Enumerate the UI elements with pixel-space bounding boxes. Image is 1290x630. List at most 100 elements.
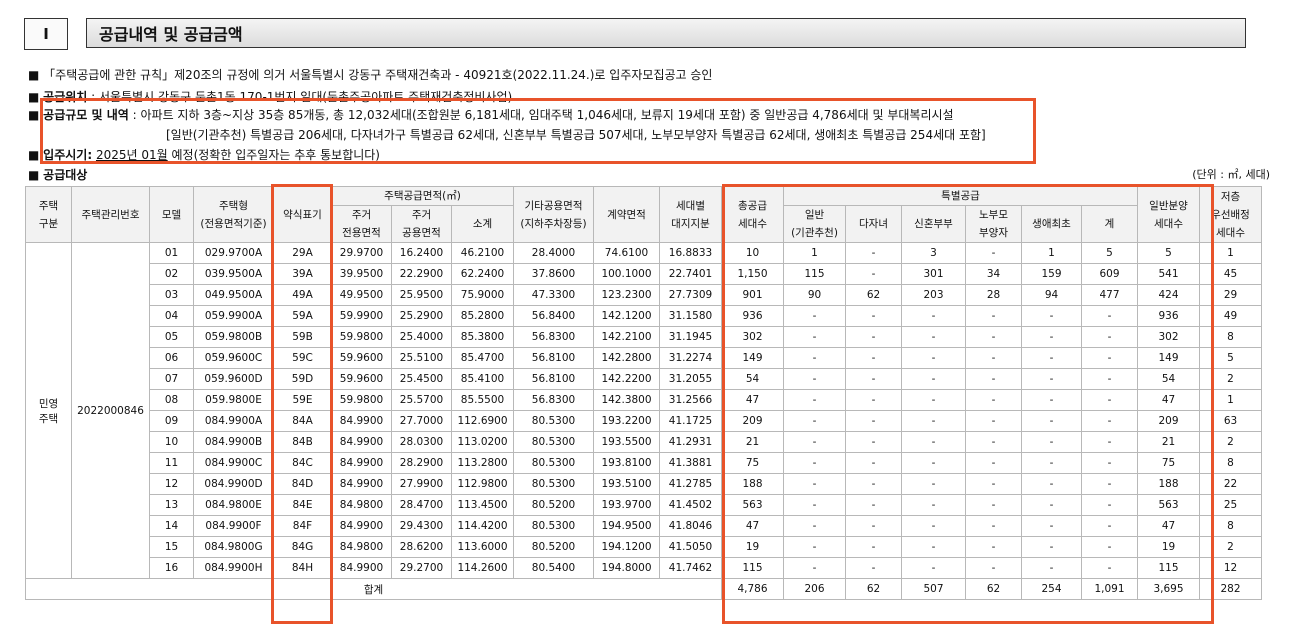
table-cell: 112.6900 — [451, 410, 514, 432]
table-cell: 41.7462 — [659, 557, 722, 579]
table-cell: 28.6200 — [391, 536, 452, 558]
mgmt-number-cell: 2022000846 — [71, 242, 150, 579]
table-cell: 25.4500 — [391, 368, 452, 390]
table-cell: 56.8400 — [513, 305, 594, 327]
table-cell: 142.1200 — [593, 305, 660, 327]
table-cell: 06 — [149, 347, 194, 369]
table-cell: 25.4000 — [391, 326, 452, 348]
housing-type-cell: 민영 주택 — [25, 242, 72, 579]
table-cell: 084.9900B — [193, 431, 274, 453]
table-cell: 059.9600C — [193, 347, 274, 369]
table-cell: 114.4200 — [451, 515, 514, 537]
table-cell: 09 — [149, 410, 194, 432]
target-line: ■ 공급대상 — [28, 168, 88, 182]
table-cell: 194.1200 — [593, 536, 660, 558]
table-cell: 41.8046 — [659, 515, 722, 537]
table-cell: 47.3300 — [513, 284, 594, 306]
table-cell: 74.6100 — [593, 242, 660, 264]
table-cell: 27.7000 — [391, 410, 452, 432]
table-cell: 114.2600 — [451, 557, 514, 579]
table-cell: 084.9900H — [193, 557, 274, 579]
table-cell: 37.8600 — [513, 263, 594, 285]
total-label: 합계 — [25, 578, 722, 600]
table-cell: 49.9500 — [331, 284, 392, 306]
table-cell: 059.9800B — [193, 326, 274, 348]
table-cell: 85.4700 — [451, 347, 514, 369]
table-cell: 142.2800 — [593, 347, 660, 369]
table-cell: 31.2566 — [659, 389, 722, 411]
table-cell: 059.9600D — [193, 368, 274, 390]
table-cell: 84.9800 — [331, 494, 392, 516]
table-cell: 02 — [149, 263, 194, 285]
table-cell: 084.9900C — [193, 452, 274, 474]
table-cell: 25.5100 — [391, 347, 452, 369]
table-cell: 142.2200 — [593, 368, 660, 390]
table-cell: 84.9900 — [331, 431, 392, 453]
approval-line: ■ 「주택공급에 관한 규칙」제20조의 규정에 의거 서울특별시 강동구 주택… — [28, 68, 713, 82]
table-cell: 14 — [149, 515, 194, 537]
table-cell: 113.0200 — [451, 431, 514, 453]
table-cell: 28.2900 — [391, 452, 452, 474]
table-cell: 142.3800 — [593, 389, 660, 411]
col-housing-type: 주택형 (전용면적기준) — [193, 186, 274, 243]
table-cell: 059.9900A — [193, 305, 274, 327]
col-area-subtotal: 소계 — [451, 205, 514, 243]
col-land-share: 세대별 대지지분 — [659, 186, 722, 243]
table-cell: 123.2300 — [593, 284, 660, 306]
table-cell: 16.8833 — [659, 242, 722, 264]
table-cell: 41.5050 — [659, 536, 722, 558]
table-cell: 10 — [149, 431, 194, 453]
col-area-exclusive: 주거 전용면적 — [331, 205, 392, 243]
table-cell: 80.5300 — [513, 452, 594, 474]
col-other-area: 기타공용면적 (지하주차장등) — [513, 186, 594, 243]
table-cell: 84.9900 — [331, 557, 392, 579]
table-cell: 29.2700 — [391, 557, 452, 579]
table-cell: 46.2100 — [451, 242, 514, 264]
table-cell: 80.5400 — [513, 557, 594, 579]
table-cell: 04 — [149, 305, 194, 327]
col-mgmt: 주택관리번호 — [71, 186, 150, 243]
supply-columns-highlight-box — [722, 184, 1214, 624]
table-cell: 25.9500 — [391, 284, 452, 306]
table-cell: 15 — [149, 536, 194, 558]
table-cell: 28.0300 — [391, 431, 452, 453]
table-cell: 193.9700 — [593, 494, 660, 516]
table-cell: 25.5700 — [391, 389, 452, 411]
table-cell: 113.6000 — [451, 536, 514, 558]
table-cell: 28.4000 — [513, 242, 594, 264]
section-title: 공급내역 및 공급금액 — [86, 18, 1246, 48]
table-cell: 28.4700 — [391, 494, 452, 516]
table-cell: 059.9800E — [193, 389, 274, 411]
table-cell: 039.9500A — [193, 263, 274, 285]
table-cell: 05 — [149, 326, 194, 348]
table-cell: 193.8100 — [593, 452, 660, 474]
col-contract-area: 계약면적 — [593, 186, 660, 243]
table-cell: 56.8100 — [513, 347, 594, 369]
table-cell: 084.9900A — [193, 410, 274, 432]
table-cell: 27.7309 — [659, 284, 722, 306]
table-cell: 084.9800G — [193, 536, 274, 558]
table-cell: 193.5100 — [593, 473, 660, 495]
table-cell: 80.5300 — [513, 410, 594, 432]
col-area-group: 주택공급면적(㎡) — [331, 186, 514, 206]
table-cell: 75.9000 — [451, 284, 514, 306]
table-cell: 25.2900 — [391, 305, 452, 327]
table-cell: 59.9800 — [331, 389, 392, 411]
table-cell: 85.2800 — [451, 305, 514, 327]
section-number: I — [24, 18, 68, 50]
table-cell: 13 — [149, 494, 194, 516]
table-cell: 029.9700A — [193, 242, 274, 264]
table-cell: 56.8100 — [513, 368, 594, 390]
table-cell: 31.2274 — [659, 347, 722, 369]
table-cell: 84.9900 — [331, 452, 392, 474]
table-cell: 22.7401 — [659, 263, 722, 285]
table-cell: 049.9500A — [193, 284, 274, 306]
table-cell: 084.9900D — [193, 473, 274, 495]
table-cell: 85.3800 — [451, 326, 514, 348]
table-cell: 59.9600 — [331, 347, 392, 369]
abbr-column-highlight-box — [271, 184, 333, 624]
table-cell: 62.2400 — [451, 263, 514, 285]
table-cell: 113.4500 — [451, 494, 514, 516]
table-cell: 80.5300 — [513, 515, 594, 537]
table-cell: 27.9900 — [391, 473, 452, 495]
